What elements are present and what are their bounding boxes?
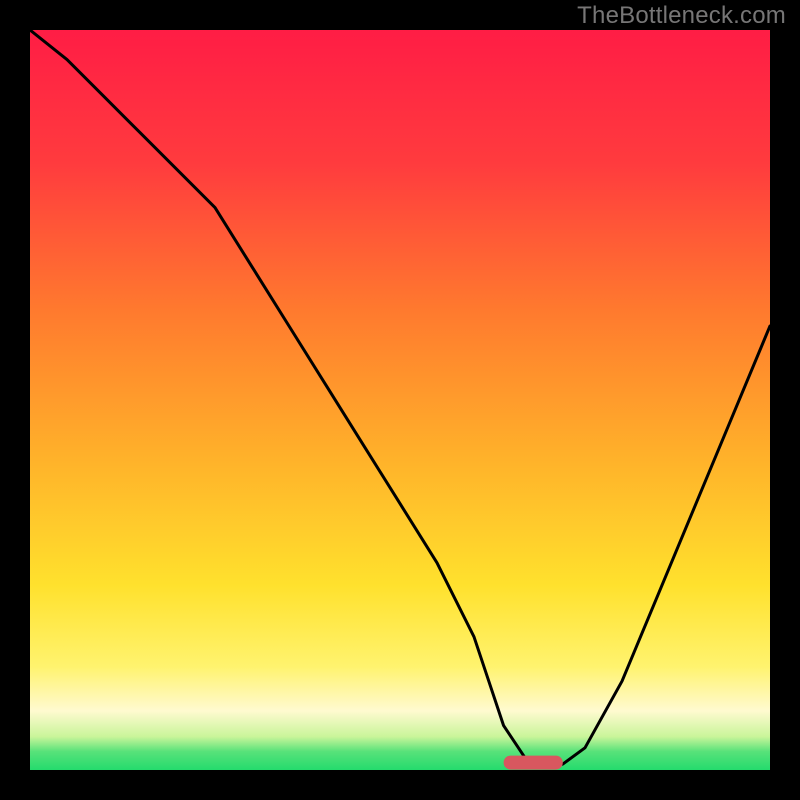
chart-container: TheBottleneck.com — [0, 0, 800, 800]
plot-area — [30, 30, 770, 770]
background-gradient — [30, 30, 770, 770]
plot-svg — [30, 30, 770, 770]
watermark-text: TheBottleneck.com — [577, 2, 786, 30]
optimal-range-marker — [504, 756, 563, 770]
